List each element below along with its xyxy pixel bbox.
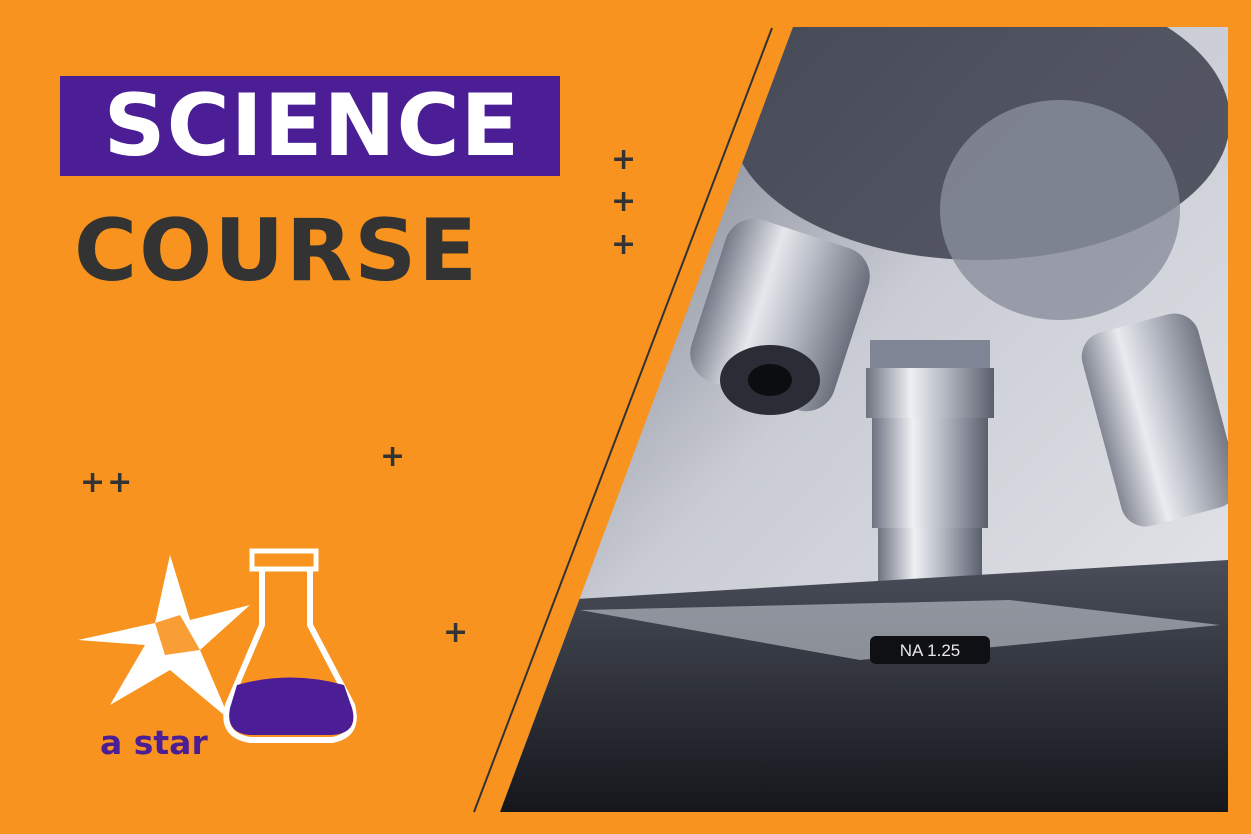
brand-wordmark: a star (100, 723, 208, 762)
plus-decoration: + (443, 615, 469, 650)
plus-decoration: + (380, 439, 406, 474)
flask-icon (223, 548, 357, 743)
plus-decoration: + (611, 142, 637, 177)
course-title: SCIENCE (103, 76, 521, 176)
plus-decoration: + (611, 227, 637, 262)
course-subtitle: COURSE (74, 201, 479, 301)
double-plus-decoration: ++ (80, 465, 135, 500)
star-icon (78, 555, 250, 720)
plus-decoration: + (611, 184, 637, 219)
